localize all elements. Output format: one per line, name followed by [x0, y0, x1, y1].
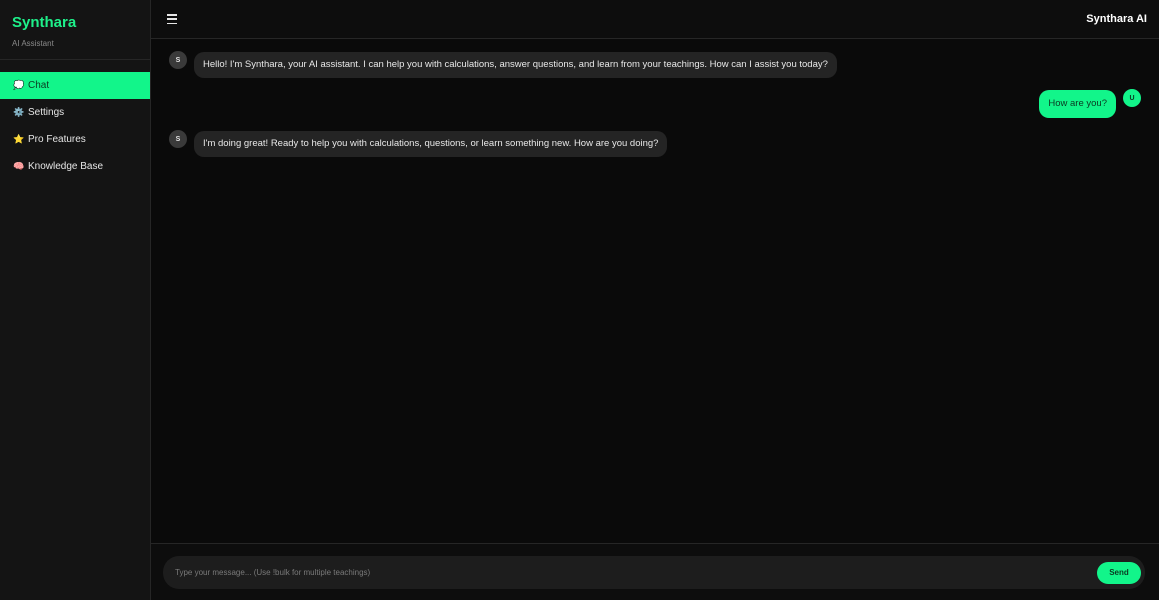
gear-icon: ⚙️: [13, 107, 25, 117]
page-title: Synthara AI: [1086, 13, 1147, 25]
brand-title: Synthara: [12, 14, 77, 31]
sidebar-item-label: Settings: [28, 107, 65, 118]
message-bot: S Hello! I'm Synthara, your AI assistant…: [169, 51, 1141, 78]
message-bubble: Hello! I'm Synthara, your AI assistant. …: [194, 52, 837, 78]
top-bar: Synthara AI: [151, 0, 1159, 39]
user-avatar: U: [1123, 89, 1141, 107]
message-bot: S I'm doing great! Ready to help you wit…: [169, 130, 1141, 157]
app-root: Synthara AI Assistant 💭 Chat ⚙️ Settings…: [0, 0, 1159, 600]
message-bubble: How are you?: [1039, 90, 1116, 118]
brand-subtitle: AI Assistant: [12, 39, 54, 48]
sidebar-item-label: Pro Features: [28, 134, 86, 145]
sidebar-nav: 💭 Chat ⚙️ Settings ⭐ Pro Features 🧠 Know…: [0, 72, 150, 180]
sidebar-item-label: Knowledge Base: [28, 161, 104, 172]
message-input-wrapper: Send: [163, 556, 1145, 589]
sidebar-item-chat[interactable]: 💭 Chat: [0, 72, 150, 99]
sidebar-item-pro-features[interactable]: ⭐ Pro Features: [0, 126, 150, 153]
bot-avatar: S: [169, 51, 187, 69]
speech-bubble-icon: 💭: [13, 80, 25, 90]
message-input[interactable]: [175, 568, 1097, 577]
sidebar-item-settings[interactable]: ⚙️ Settings: [0, 99, 150, 126]
brain-icon: 🧠: [13, 161, 25, 171]
star-icon: ⭐: [13, 134, 25, 144]
composer: Send: [151, 543, 1159, 600]
main-panel: Synthara AI S Hello! I'm Synthara, your …: [151, 0, 1159, 600]
brand: Synthara AI Assistant: [0, 0, 150, 60]
hamburger-menu-icon[interactable]: [167, 14, 177, 24]
send-button[interactable]: Send: [1097, 561, 1141, 584]
sidebar-item-label: Chat: [28, 80, 50, 91]
sidebar-item-knowledge-base[interactable]: 🧠 Knowledge Base: [0, 153, 150, 180]
message-list: S Hello! I'm Synthara, your AI assistant…: [151, 39, 1159, 543]
message-user: How are you? U: [169, 89, 1141, 118]
sidebar: Synthara AI Assistant 💭 Chat ⚙️ Settings…: [0, 0, 151, 600]
message-bubble: I'm doing great! Ready to help you with …: [194, 131, 668, 157]
bot-avatar: S: [169, 130, 187, 148]
